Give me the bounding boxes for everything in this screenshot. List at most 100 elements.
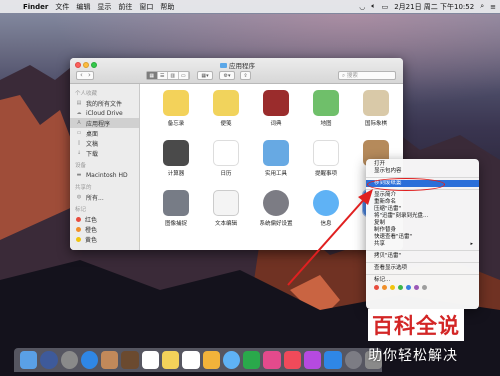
menu-item-duplicate[interactable]: 复制 [366, 220, 479, 227]
sidebar-item-tag-yellow[interactable]: 黄色 [70, 234, 139, 244]
app-label: 备忘录 [167, 121, 185, 127]
calendar-icon [213, 140, 239, 166]
calculator-icon [163, 140, 189, 166]
maps-icon [313, 90, 339, 116]
menu-finder[interactable]: Finder [23, 3, 48, 11]
menu-item-quick-look[interactable]: 快速查看"迅雷" [366, 234, 479, 241]
app-chess[interactable]: 国际象棋 [351, 90, 401, 127]
purple-tag-dot[interactable] [414, 285, 419, 290]
battery-icon[interactable]: ▭ [382, 3, 389, 11]
app-image-capture[interactable]: 图像捕捉 [151, 190, 201, 227]
sidebar-item-all-shared[interactable]: ◍ 所有... [70, 192, 139, 202]
share-button[interactable]: ⇪ [240, 71, 251, 80]
close-button[interactable] [75, 62, 81, 68]
calendar-dock-icon[interactable] [141, 351, 159, 369]
siri-dock-icon[interactable] [40, 351, 58, 369]
back-icon[interactable]: ‹ [80, 71, 83, 79]
wifi-icon[interactable]: ◡ [359, 3, 365, 11]
menu-item-open[interactable]: 打开 [366, 161, 479, 168]
facetime-dock-icon[interactable] [243, 351, 261, 369]
sidebar-item-label: iCloud Drive [86, 109, 123, 117]
app-store-dock-icon[interactable] [324, 351, 342, 369]
orange-tag-dot[interactable] [382, 285, 387, 290]
app-calculator[interactable]: 计算器 [151, 140, 201, 177]
safari-dock-icon[interactable] [80, 351, 99, 369]
arrange-button[interactable]: ▦▾ [197, 71, 213, 80]
sidebar-item-tag-red[interactable]: 红色 [70, 214, 139, 224]
watermark-title: 百科全说 [368, 309, 464, 341]
sidebar-item-label: 黄色 [85, 236, 98, 244]
menu-item-tags[interactable]: 标记... [366, 277, 479, 284]
sidebar-item-downloads[interactable]: ↓ 下载 [70, 148, 139, 158]
blue-tag-dot[interactable] [406, 285, 411, 290]
ibooks-dock-icon[interactable] [303, 351, 322, 369]
menu-item-share[interactable]: 共享 ▸ [366, 241, 479, 248]
app-calendar[interactable]: 日历 [201, 140, 251, 177]
watermark: 百科全说 助你轻松解决 [368, 309, 496, 371]
dictionary-icon [263, 90, 289, 116]
reminders-icon [313, 140, 339, 166]
list-view-button[interactable]: ☰ [158, 72, 168, 79]
column-view-button[interactable]: ▥ [168, 72, 179, 79]
app-label: 词典 [270, 121, 282, 127]
menu-item-compress[interactable]: 压缩"迅雷" [366, 206, 479, 213]
app-dictionary[interactable]: 词典 [251, 90, 301, 127]
menu-go[interactable]: 前往 [118, 2, 132, 12]
menu-item-get-info[interactable]: 显示简介 [366, 192, 479, 199]
yellow-tag-dot[interactable] [390, 285, 395, 290]
search-field[interactable]: ⌕ 搜索 [338, 71, 396, 80]
app-utilities[interactable]: 实用工具 [251, 140, 301, 177]
app-maps[interactable]: 地图 [301, 90, 351, 127]
reminders-dock-icon[interactable] [182, 351, 200, 369]
itunes-dock-icon[interactable] [263, 351, 281, 369]
app-stickies[interactable]: 便笺 [201, 90, 251, 127]
sidebar-item-tag-orange[interactable]: 橙色 [70, 224, 139, 234]
sidebar-item-desktop[interactable]: ▭ 桌面 [70, 128, 139, 138]
action-button[interactable]: ⚙▾ [219, 71, 235, 80]
gallery-view-button[interactable]: ▭ [179, 72, 189, 79]
finder-dock-icon[interactable] [20, 351, 38, 369]
gray-tag-dot[interactable] [422, 285, 427, 290]
sidebar-item-icloud-drive[interactable]: ☁ iCloud Drive [70, 108, 139, 118]
forward-icon[interactable]: › [88, 71, 91, 79]
menu-help[interactable]: 帮助 [160, 2, 174, 12]
submenu-arrow-icon: ▸ [470, 241, 473, 247]
sidebar-item-all-files[interactable]: ▤ 我的所有文件 [70, 98, 139, 108]
clock[interactable]: 2月21日 周二 下午10:52 [394, 2, 474, 12]
sidebar-item-macintosh-hd[interactable]: ▬ Macintosh HD [70, 170, 139, 180]
notes-dock-icon[interactable] [161, 351, 180, 369]
app-textedit[interactable]: 文本编辑 [201, 190, 251, 227]
app-label: 提醒事项 [314, 171, 337, 177]
tag-color-row [366, 285, 479, 290]
sidebar-item-documents[interactable]: ▯ 文稿 [70, 138, 139, 148]
app-reminders[interactable]: 提醒事项 [301, 140, 351, 177]
volume-icon[interactable]: 🔈︎ [371, 2, 375, 11]
menu-item-burn-to-disc[interactable]: 将"迅雷"刻录到光盘... [366, 213, 479, 220]
sidebar-item-applications[interactable]: A 应用程序 [70, 118, 139, 128]
system-preferences-dock-icon[interactable] [344, 351, 362, 369]
menu-item-show-package-contents[interactable]: 显示包内容 [366, 168, 479, 175]
notification-center-icon[interactable]: ≡ [490, 3, 496, 11]
app-notes[interactable]: 备忘录 [151, 90, 201, 127]
minimize-button[interactable] [83, 62, 89, 68]
menu-file[interactable]: 文件 [55, 2, 69, 12]
menu-item-rename[interactable]: 重新命名 [366, 199, 479, 206]
search-icon[interactable]: ⌕ [480, 2, 484, 11]
menu-view[interactable]: 显示 [97, 2, 111, 12]
menu-item-make-alias[interactable]: 制作替身 [366, 227, 479, 234]
green-tag-dot[interactable] [398, 285, 403, 290]
menu-edit[interactable]: 编辑 [76, 2, 90, 12]
icon-view-button[interactable]: ▦ [147, 72, 158, 79]
zoom-button[interactable] [91, 62, 97, 68]
messages-dock-icon[interactable] [222, 351, 241, 369]
music-dock-icon[interactable] [283, 351, 301, 369]
contacts-dock-icon[interactable] [121, 351, 139, 369]
back-forward-buttons[interactable]: ‹ › [76, 71, 94, 80]
utilities-folder-icon [263, 140, 289, 166]
menu-item-copy[interactable]: 拷贝"迅雷" [366, 253, 479, 260]
mail-dock-icon[interactable] [101, 351, 119, 369]
launchpad-dock-icon[interactable] [60, 351, 78, 369]
photos-dock-icon[interactable] [202, 351, 220, 369]
menu-window[interactable]: 窗口 [139, 2, 153, 12]
menu-item-show-view-options[interactable]: 查看显示选项 [366, 265, 479, 272]
